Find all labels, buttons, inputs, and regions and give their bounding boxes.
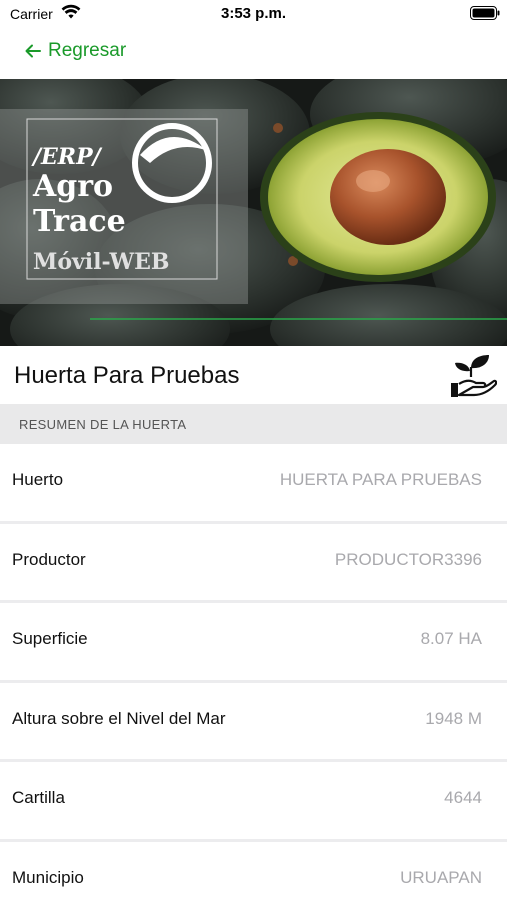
detail-row-altura[interactable]: Altura sobre el Nivel del Mar 1948 M (0, 682, 507, 762)
battery-icon (470, 6, 500, 20)
row-value: 8.07 HA (420, 629, 482, 648)
plant-in-hand-icon (451, 355, 497, 397)
page-title: Huerta Para Pruebas (14, 362, 240, 389)
clock-time: 3:53 p.m. (220, 5, 287, 22)
row-value: PRODUCTOR3396 (334, 549, 482, 569)
section-header-label: RESUMEN DE LA HUERTA (19, 417, 187, 432)
row-value: 4644 (444, 788, 482, 807)
row-value: URUAPAN (400, 867, 482, 887)
detail-list: Huerto HUERTA PARA PRUEBAS Productor PRO… (0, 444, 507, 900)
logo-movil-web-text: Móvil-WEB (33, 249, 170, 275)
detail-row-cartilla[interactable]: Cartilla 4644 (0, 762, 507, 842)
detail-row-municipio[interactable]: Municipio URUAPAN (0, 841, 507, 900)
status-bar: Carrier 3:53 p.m. (0, 0, 507, 30)
row-label: Municipio (12, 867, 84, 887)
back-button[interactable]: Regresar (24, 40, 126, 62)
logo-erp-text: /ERP/ (31, 144, 103, 170)
row-label: Cartilla (12, 788, 65, 807)
agrotrace-logo: /ERP/ Agro Trace Móvil-WEB (31, 144, 170, 275)
section-header: RESUMEN DE LA HUERTA (0, 404, 507, 444)
row-label: Altura sobre el Nivel del Mar (12, 708, 226, 728)
row-label: Productor (12, 549, 86, 569)
logo-agro-text: Agro (32, 169, 113, 204)
title-row: Huerta Para Pruebas (0, 346, 507, 404)
row-label: Huerto (12, 470, 64, 489)
detail-row-productor[interactable]: Productor PRODUCTOR3396 (0, 523, 507, 603)
detail-row-huerto[interactable]: Huerto HUERTA PARA PRUEBAS (0, 444, 507, 524)
logo-trace-text: Trace (33, 204, 126, 239)
row-value: HUERTA PARA PRUEBAS (279, 470, 482, 489)
row-value: 1948 M (425, 708, 482, 728)
back-button-label: Regresar (48, 40, 127, 61)
arrow-left-icon (25, 44, 41, 58)
row-label: Superficie (12, 629, 88, 648)
hero-banner: /ERP/ Agro Trace Móvil-WEB (0, 79, 507, 346)
detail-row-superficie[interactable]: Superficie 8.07 HA (0, 603, 507, 683)
navigation-bar: Regresar (0, 30, 507, 78)
